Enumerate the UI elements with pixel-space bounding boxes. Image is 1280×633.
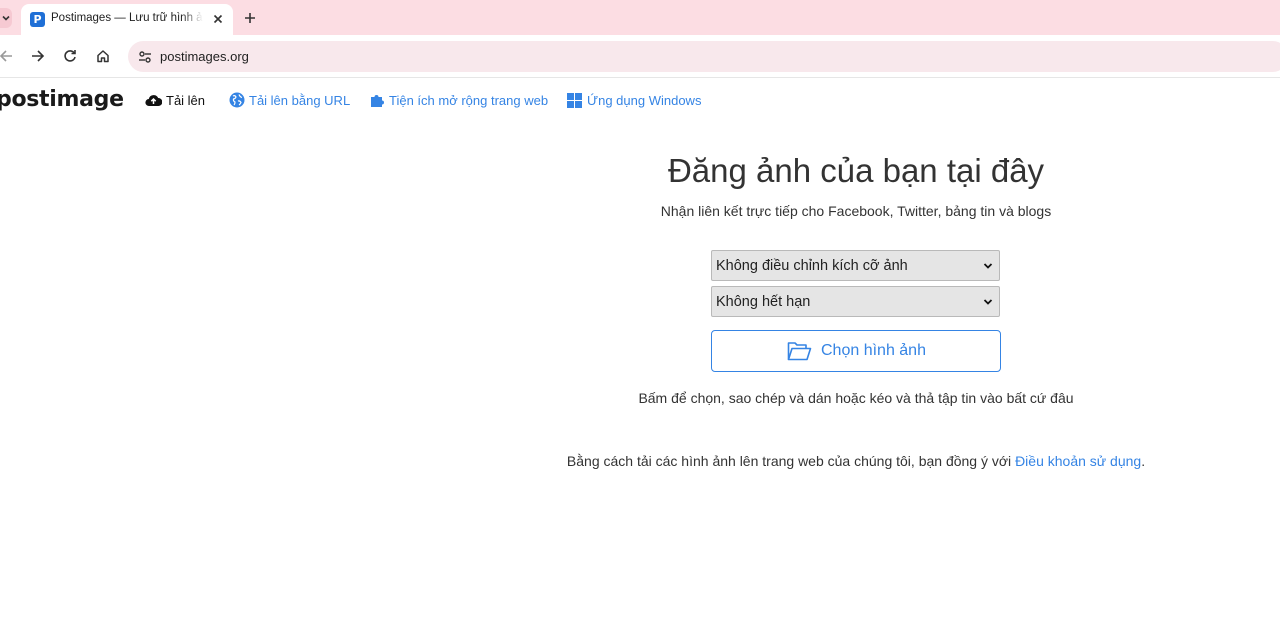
plus-icon — [245, 13, 255, 23]
windows-icon — [566, 92, 583, 109]
folder-open-icon — [787, 342, 812, 361]
nav-extension-label: Tiện ích mở rộng trang web — [389, 92, 549, 108]
forward-button[interactable] — [25, 43, 51, 69]
cloud-upload-icon — [145, 92, 162, 109]
tab-search-button[interactable] — [0, 8, 12, 28]
chevron-down-icon — [983, 299, 993, 305]
resize-select[interactable]: Không điều chỉnh kích cỡ ảnh — [711, 250, 1000, 281]
browser-toolbar: postimages.org — [0, 35, 1280, 78]
browser-tabstrip: P Postimages — Lưu trữ hình ảnh — [0, 0, 1280, 35]
terms-link[interactable]: Điều khoản sử dụng — [1015, 453, 1141, 469]
choose-images-label: Chọn hình ảnh — [821, 342, 926, 359]
nav-windows-app-label: Ứng dụng Windows — [587, 92, 702, 108]
nav-extension[interactable]: Tiện ích mở rộng trang web — [368, 91, 548, 109]
page-headline: Đăng ảnh của bạn tại đây — [667, 152, 1045, 189]
close-icon — [213, 14, 223, 24]
reload-button[interactable] — [57, 43, 83, 69]
nav-upload[interactable]: Tải lên — [145, 91, 205, 109]
reload-icon — [64, 50, 76, 62]
tab-title: Postimages — Lưu trữ hình ảnh — [51, 12, 203, 24]
page-subline: Nhận liên kết trực tiếp cho Facebook, Tw… — [660, 203, 1052, 219]
site-info-button[interactable] — [136, 48, 154, 66]
url-text: postimages.org — [160, 49, 249, 64]
tune-icon — [139, 51, 151, 63]
terms-suffix: . — [1141, 453, 1146, 469]
puzzle-icon — [368, 92, 385, 109]
nav-upload-url-label: Tải lên bằng URL — [249, 92, 351, 108]
choose-images-button[interactable]: Chọn hình ảnh — [711, 330, 1001, 372]
expire-select[interactable]: Không hết hạn — [711, 286, 1000, 317]
arrow-right-icon — [32, 50, 45, 62]
nav-upload-url[interactable]: Tải lên bằng URL — [228, 91, 350, 109]
browser-tab-active[interactable]: P Postimages — Lưu trữ hình ảnh — [21, 4, 233, 35]
upload-hint: Bấm để chọn, sao chép và dán hoặc kéo và… — [638, 390, 1074, 406]
home-button[interactable] — [90, 43, 116, 69]
postimages-favicon-icon: P — [30, 12, 45, 27]
terms-prefix: Bằng cách tải các hình ảnh lên trang web… — [566, 453, 1016, 469]
back-button[interactable] — [0, 43, 19, 69]
site-navbar: postimage Tải lên Tải lên bằng URL Tiện … — [0, 79, 1280, 121]
tab-close-button[interactable] — [210, 11, 226, 27]
nav-upload-label: Tải lên — [166, 92, 206, 108]
postimage-logo[interactable]: postimage — [0, 87, 124, 112]
chevron-down-icon — [983, 263, 993, 269]
resize-select-value: Không điều chỉnh kích cỡ ảnh — [716, 258, 908, 274]
address-bar[interactable]: postimages.org — [128, 41, 1280, 72]
new-tab-button[interactable] — [240, 8, 260, 28]
expire-select-value: Không hết hạn — [716, 294, 811, 310]
arrow-left-icon — [0, 50, 12, 62]
terms-notice: Bằng cách tải các hình ảnh lên trang web… — [560, 453, 1152, 469]
home-icon — [97, 50, 109, 63]
chevron-down-icon — [2, 15, 10, 21]
globe-icon — [228, 92, 245, 109]
nav-windows-app[interactable]: Ứng dụng Windows — [566, 91, 701, 109]
